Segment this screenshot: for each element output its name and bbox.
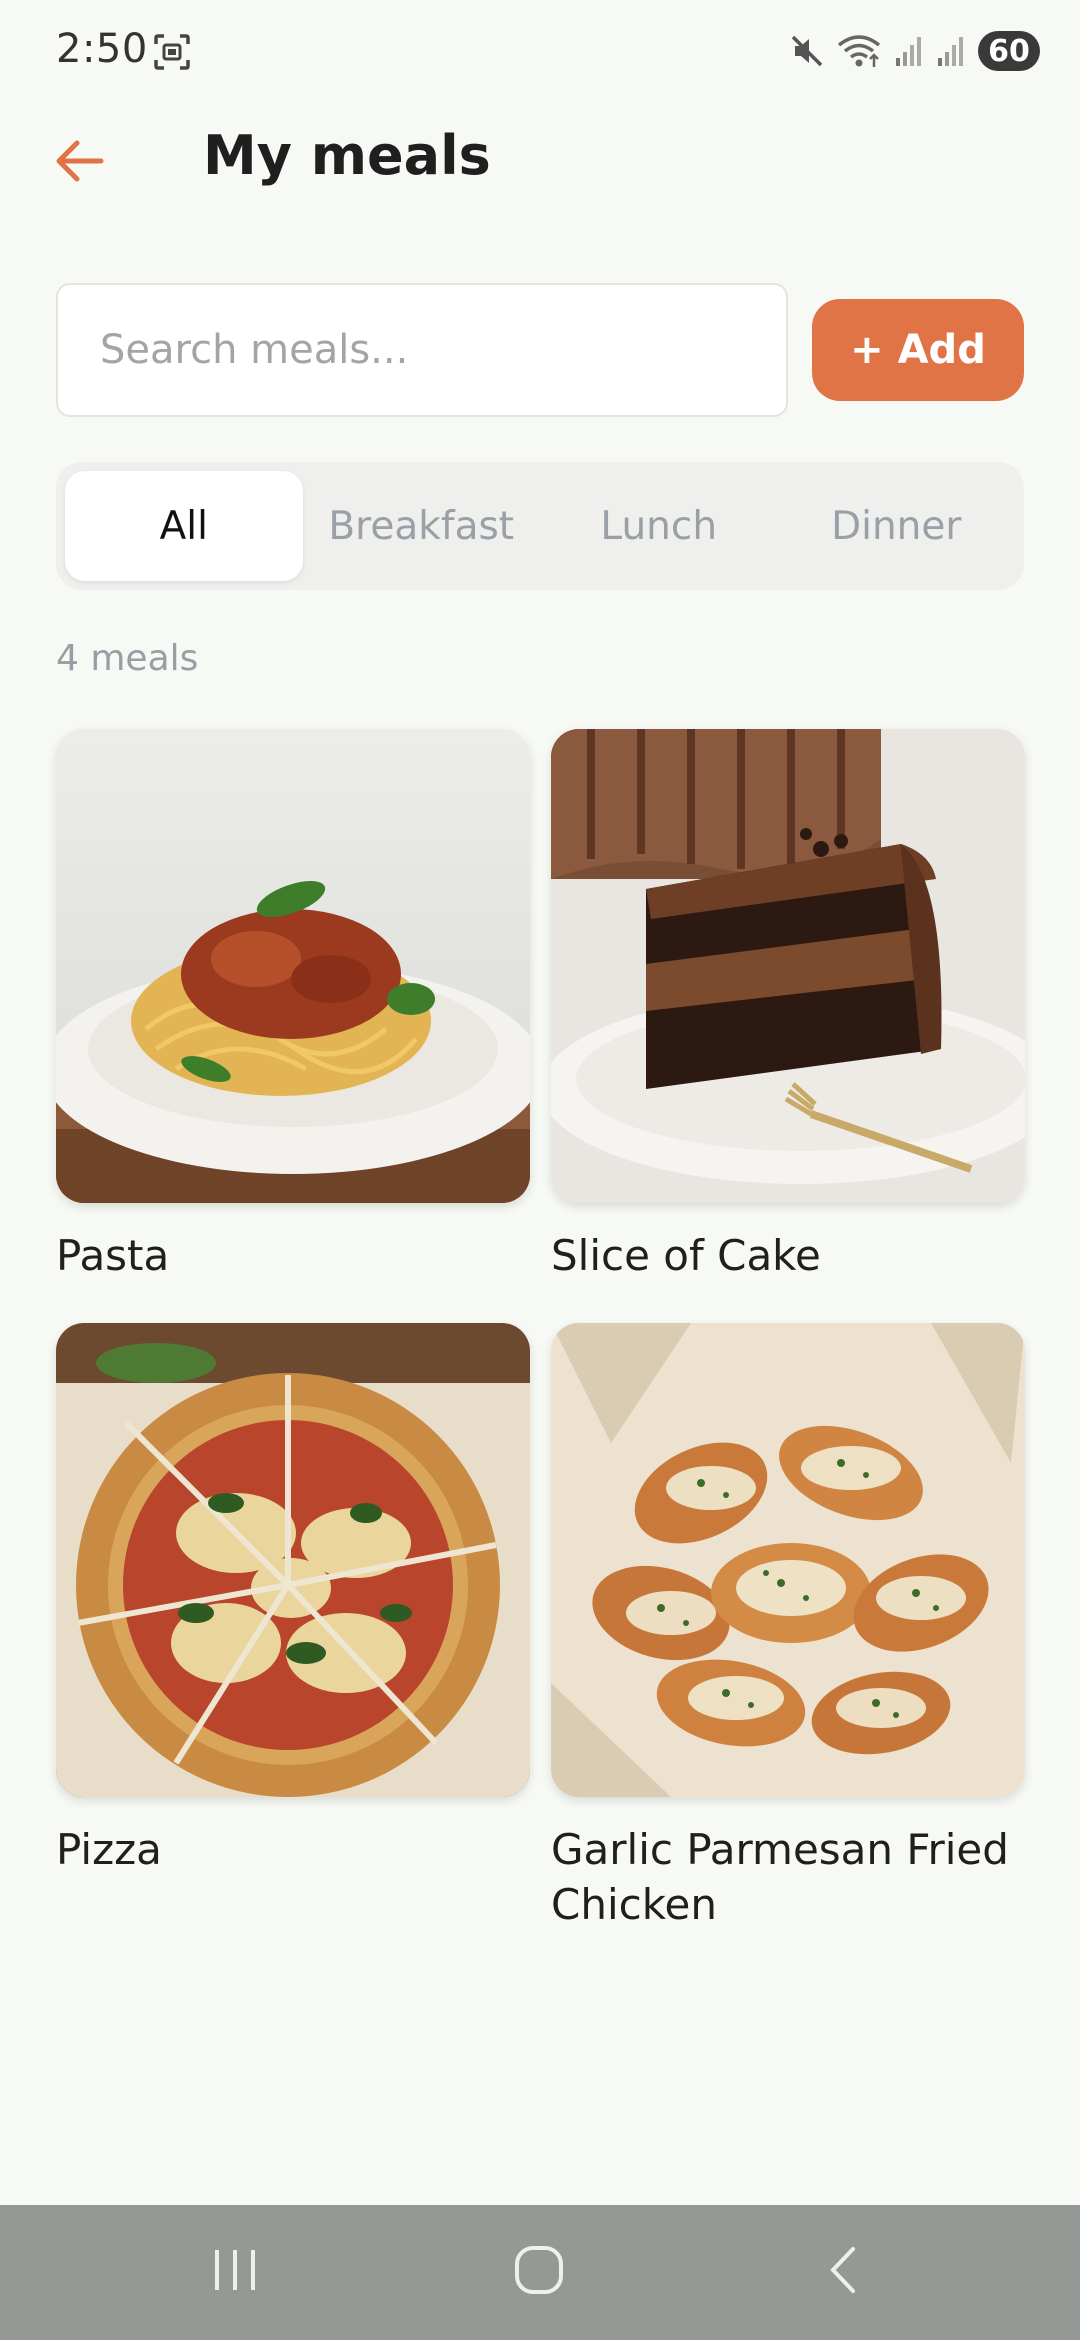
meal-name: Pizza [56, 1825, 162, 1874]
meal-count: 4 meals [56, 638, 199, 679]
meal-name: Slice of Cake [551, 1231, 821, 1280]
arrow-left-icon [53, 139, 105, 187]
meal-type-tabs: All Breakfast Lunch Dinner [56, 462, 1024, 590]
meal-card-slice-of-cake[interactable]: Slice of Cake [551, 729, 1025, 1284]
meal-card-garlic-parmesan-fried-chicken[interactable]: Garlic Parmesan Fried Chicken [551, 1323, 1025, 1932]
meal-card-pasta[interactable]: Pasta [56, 729, 530, 1284]
status-bar: 2:50 60 [0, 0, 1080, 100]
recent-apps-button[interactable] [190, 2237, 280, 2307]
pasta-photo [56, 729, 530, 1203]
pizza-photo [56, 1323, 530, 1797]
tab-dinner[interactable]: Dinner [778, 471, 1016, 581]
system-navigation-bar [0, 2205, 1080, 2340]
tab-breakfast[interactable]: Breakfast [303, 471, 541, 581]
status-time: 2:50 [56, 26, 148, 72]
home-icon [514, 2245, 564, 2299]
back-icon [825, 2245, 861, 2299]
meal-name: Garlic Parmesan Fried Chicken [551, 1825, 1009, 1929]
chocolate-cake-photo [551, 729, 1025, 1203]
signal-icon [894, 34, 924, 68]
tab-lunch[interactable]: Lunch [540, 471, 778, 581]
status-icons: 60 [790, 28, 1040, 74]
system-back-button[interactable] [798, 2237, 888, 2307]
app-header: My meals [0, 110, 1080, 210]
back-button[interactable] [44, 128, 114, 198]
search-input[interactable] [56, 283, 788, 417]
tab-all[interactable]: All [65, 471, 303, 581]
signal-icon [936, 34, 966, 68]
fried-chicken-wings-photo [551, 1323, 1025, 1797]
add-meal-button[interactable]: + Add [812, 299, 1024, 401]
meal-card-pizza[interactable]: Pizza [56, 1323, 530, 1878]
screenshot-icon [153, 33, 191, 71]
recent-apps-icon [211, 2248, 259, 2296]
wifi-icon [836, 33, 882, 69]
page-title: My meals [203, 124, 491, 187]
mute-icon [790, 34, 824, 68]
meals-screen: 2:50 60 My meals Search meals... + Add A… [0, 0, 1080, 2340]
meal-name: Pasta [56, 1231, 170, 1280]
home-button[interactable] [494, 2237, 584, 2307]
battery-icon: 60 [978, 31, 1040, 71]
